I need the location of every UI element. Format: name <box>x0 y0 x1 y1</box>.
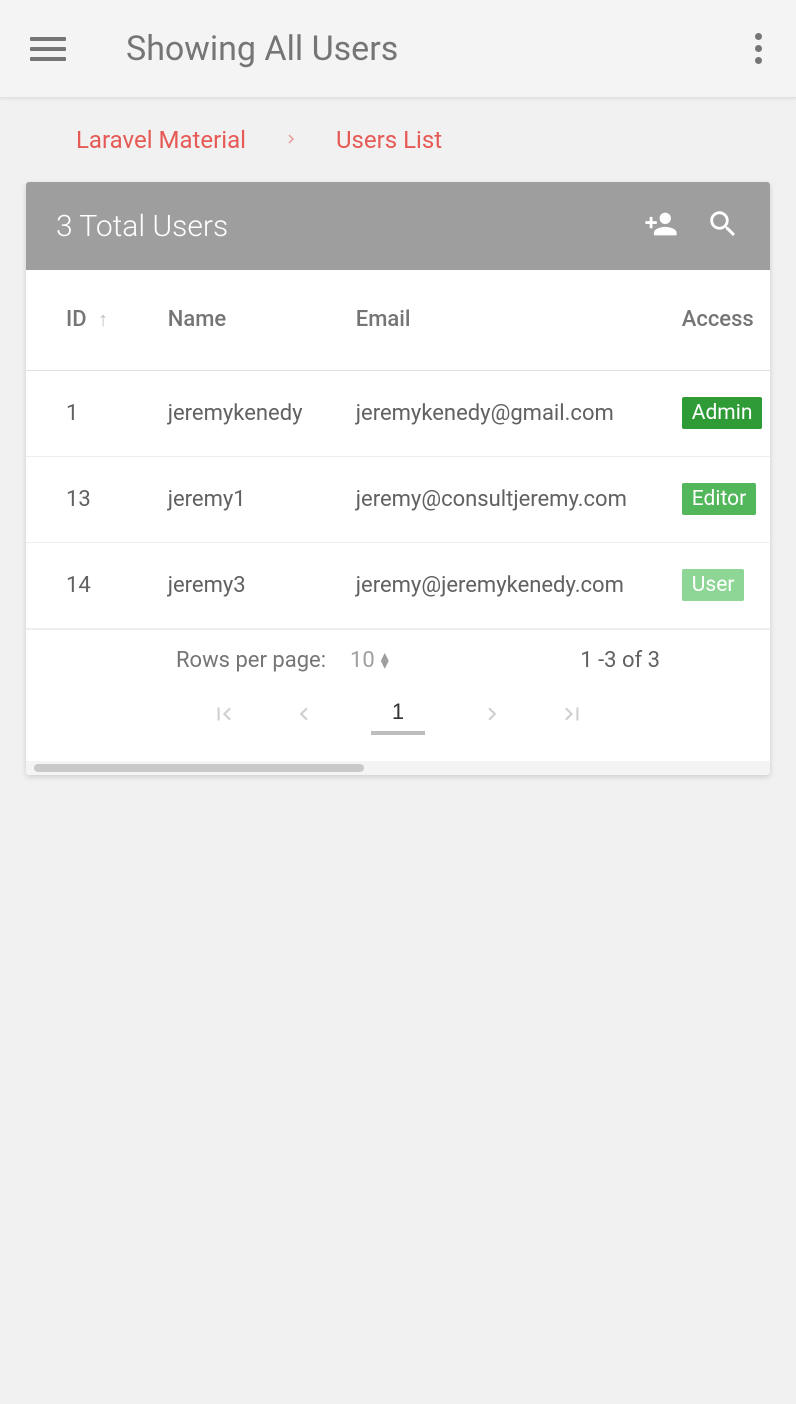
pagination: Rows per page: 10 ▴▾ 1 -3 of 3 <box>26 629 770 759</box>
table-row[interactable]: 13jeremy1jeremy@consultjeremy.com Editor <box>26 456 770 542</box>
cell-email: jeremykenedy@gmail.com <box>334 370 660 456</box>
access-badge: User <box>682 569 745 601</box>
cell-access: Editor <box>660 456 770 542</box>
search-icon[interactable] <box>706 207 740 245</box>
cell-id: 14 <box>26 542 146 628</box>
last-page-icon[interactable] <box>559 701 585 733</box>
breadcrumb: Laravel Material Users List <box>0 98 796 182</box>
cell-name: jeremykenedy <box>146 370 334 456</box>
card-header: 3 Total Users <box>26 182 770 270</box>
page-title: Showing All Users <box>126 29 740 69</box>
table-row[interactable]: 1jeremykenedyjeremykenedy@gmail.com Admin <box>26 370 770 456</box>
table-row[interactable]: 14jeremy3jeremy@jeremykenedy.com User <box>26 542 770 628</box>
access-badge: Editor <box>682 483 756 515</box>
column-header-id[interactable]: ID ↑ <box>26 270 146 370</box>
rows-per-page-label: Rows per page: <box>176 648 326 673</box>
sort-asc-icon: ↑ <box>98 307 108 331</box>
menu-icon[interactable] <box>30 31 66 67</box>
column-header-email[interactable]: Email <box>334 270 660 370</box>
table-scroll[interactable]: ID ↑ Name Email Access 1jeremykenedyjere… <box>26 270 770 629</box>
cell-access: User <box>660 542 770 628</box>
pagination-range: 1 -3 of 3 <box>580 648 740 673</box>
cell-id: 13 <box>26 456 146 542</box>
column-header-id-label: ID <box>66 307 87 332</box>
prev-page-icon[interactable] <box>291 701 317 733</box>
users-table: ID ↑ Name Email Access 1jeremykenedyjere… <box>26 270 770 629</box>
scrollbar-thumb[interactable] <box>34 764 364 772</box>
horizontal-scrollbar[interactable] <box>26 761 770 775</box>
cell-id: 1 <box>26 370 146 456</box>
card-title: 3 Total Users <box>56 209 644 244</box>
app-bar: Showing All Users <box>0 0 796 98</box>
cell-name: jeremy1 <box>146 456 334 542</box>
next-page-icon[interactable] <box>479 701 505 733</box>
breadcrumb-item-current[interactable]: Users List <box>336 126 442 154</box>
page-input[interactable] <box>371 699 425 735</box>
more-vert-icon[interactable] <box>740 31 776 67</box>
cell-name: jeremy3 <box>146 542 334 628</box>
first-page-icon[interactable] <box>211 701 237 733</box>
rows-per-page-select[interactable]: 10 ▴▾ <box>350 648 389 673</box>
access-badge: Admin <box>682 397 763 429</box>
users-card: 3 Total Users ID ↑ Name Email Access <box>26 182 770 775</box>
column-header-access[interactable]: Access <box>660 270 770 370</box>
breadcrumb-item-home[interactable]: Laravel Material <box>76 126 246 154</box>
cell-email: jeremy@jeremykenedy.com <box>334 542 660 628</box>
rows-per-page-value: 10 <box>350 648 375 673</box>
chevron-right-icon <box>282 126 300 154</box>
add-user-icon[interactable] <box>644 207 678 245</box>
column-header-name[interactable]: Name <box>146 270 334 370</box>
cell-access: Admin <box>660 370 770 456</box>
cell-email: jeremy@consultjeremy.com <box>334 456 660 542</box>
unfold-icon: ▴▾ <box>381 652 389 668</box>
